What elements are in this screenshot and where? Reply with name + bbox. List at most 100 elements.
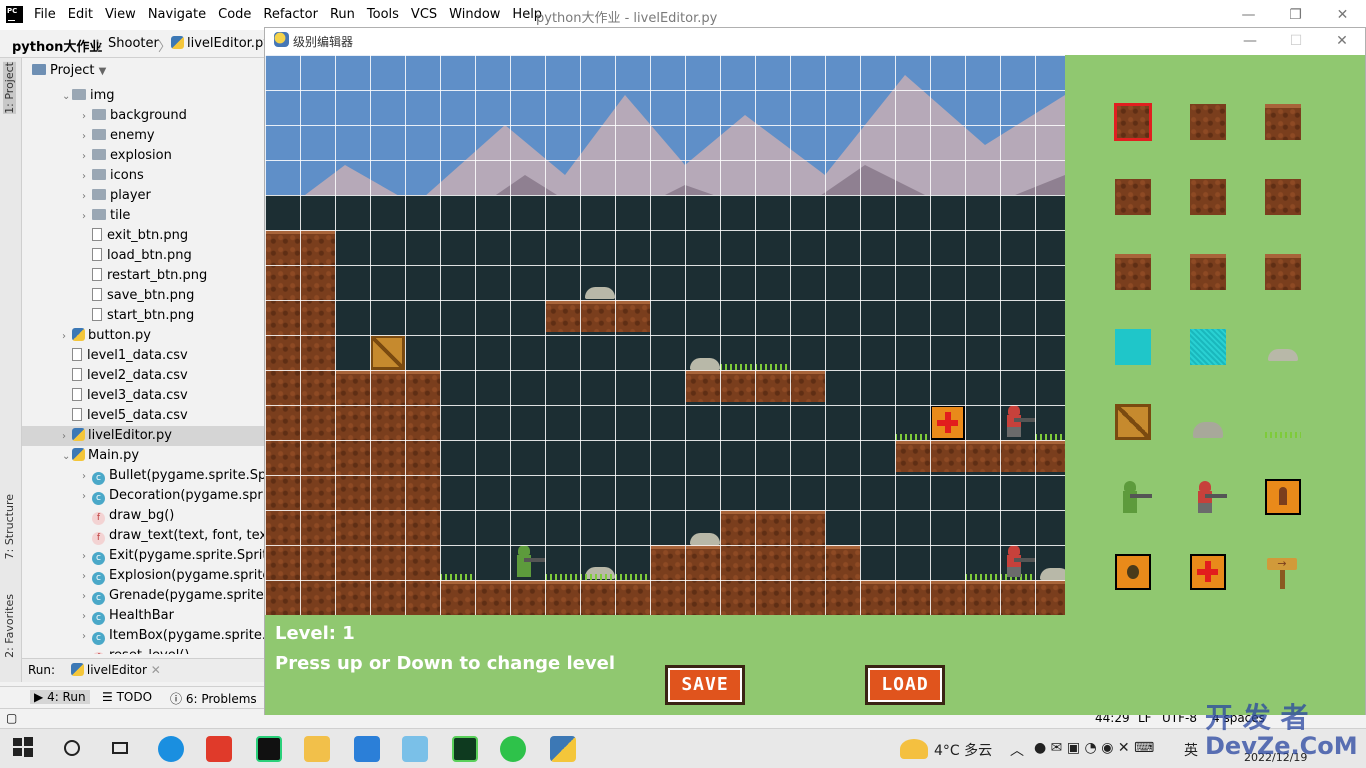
tree-item[interactable]: f reset_level() xyxy=(22,646,264,654)
tree-item[interactable]: level1_data.csv xyxy=(22,346,264,366)
chevron-up-icon[interactable]: ︿ xyxy=(1010,740,1024,760)
breadcrumb-shooter[interactable]: Shooter xyxy=(108,36,159,51)
chevron-right-icon[interactable]: › xyxy=(62,427,72,447)
menu-run[interactable]: Run xyxy=(324,6,361,24)
tree-item[interactable]: f draw_text(text, font, text_ xyxy=(22,526,264,546)
tile-button-0[interactable] xyxy=(1114,103,1152,141)
breadcrumb-file[interactable]: livelEditor.py xyxy=(171,36,271,51)
chevron-right-icon[interactable]: › xyxy=(82,587,92,607)
chevron-right-icon[interactable]: › xyxy=(82,207,92,227)
tile-button-grenade-box[interactable] xyxy=(1115,554,1151,590)
dreamweaver-icon[interactable] xyxy=(452,736,478,762)
tree-item[interactable]: › tile xyxy=(22,206,264,226)
menu-tools[interactable]: Tools xyxy=(361,6,405,24)
tree-item[interactable]: › player xyxy=(22,186,264,206)
menu-navigate[interactable]: Navigate xyxy=(142,6,212,24)
tree-item[interactable]: › explosion xyxy=(22,146,264,166)
chevron-right-icon[interactable]: › xyxy=(82,167,92,187)
file-explorer-icon[interactable] xyxy=(304,736,330,762)
tray-icons[interactable]: ● ✉ ▣ ◔ ◉ ✕ ⌨ xyxy=(1034,740,1154,756)
chevron-right-icon[interactable]: › xyxy=(82,487,92,507)
close-button[interactable]: ✕ xyxy=(1319,0,1366,30)
chevron-right-icon[interactable]: › xyxy=(82,127,92,147)
tree-item[interactable]: restart_btn.png xyxy=(22,266,264,286)
tree-item[interactable]: load_btn.png xyxy=(22,246,264,266)
tree-item[interactable]: › c HealthBar xyxy=(22,606,264,626)
editor-maximize-button[interactable]: ☐ xyxy=(1273,28,1319,55)
load-button[interactable]: LOAD xyxy=(865,665,945,705)
menu-edit[interactable]: Edit xyxy=(62,6,99,24)
tree-item[interactable]: › enemy xyxy=(22,126,264,146)
python-icon[interactable] xyxy=(550,736,576,762)
menu-window[interactable]: Window xyxy=(443,6,506,24)
tree-item[interactable]: › c ItemBox(pygame.sprite.S xyxy=(22,626,264,646)
tile-button-player[interactable] xyxy=(1115,479,1152,515)
tile-button-stone[interactable] xyxy=(1190,404,1226,440)
tile-button-grass[interactable] xyxy=(1265,404,1301,440)
tree-item[interactable]: ⌄ img xyxy=(22,86,264,106)
tile-button-2[interactable] xyxy=(1265,104,1301,140)
vscode-icon[interactable] xyxy=(354,736,380,762)
tree-item[interactable]: › livelEditor.py xyxy=(22,426,264,446)
chevron-right-icon[interactable]: › xyxy=(82,607,92,627)
tree-item[interactable]: level3_data.csv xyxy=(22,386,264,406)
chevron-right-icon[interactable]: › xyxy=(82,107,92,127)
tile-button-6[interactable] xyxy=(1115,254,1151,290)
chevron-right-icon[interactable]: › xyxy=(82,187,92,207)
editor-close-button[interactable]: ✕ xyxy=(1319,28,1365,55)
tile-button-enemy[interactable] xyxy=(1190,479,1227,515)
menu-code[interactable]: Code xyxy=(212,6,257,24)
chevron-down-icon[interactable]: ⌄ xyxy=(62,87,72,107)
wechat-icon[interactable] xyxy=(500,736,526,762)
browser-icon[interactable] xyxy=(158,736,184,762)
level-map[interactable] xyxy=(265,55,1065,615)
tile-button-5[interactable] xyxy=(1265,179,1301,215)
tree-item[interactable]: › c Exit(pygame.sprite.Sprite xyxy=(22,546,264,566)
tree-item[interactable]: › c Decoration(pygame.sprit xyxy=(22,486,264,506)
windows-start-icon[interactable] xyxy=(12,736,38,762)
tab-project[interactable]: 1: Project xyxy=(3,62,16,114)
app-icon[interactable] xyxy=(402,736,428,762)
task-view-icon[interactable] xyxy=(108,736,134,762)
project-panel-header[interactable]: Project ▼ xyxy=(22,58,264,84)
tab-run[interactable]: ▶ 4: Run xyxy=(30,690,90,704)
tree-item[interactable]: › button.py xyxy=(22,326,264,346)
tree-item[interactable]: start_btn.png xyxy=(22,306,264,326)
tile-button-8[interactable] xyxy=(1265,254,1301,290)
tree-item[interactable]: › c Explosion(pygame.sprite xyxy=(22,566,264,586)
weather-cloud-icon[interactable] xyxy=(900,739,928,759)
close-icon[interactable]: ✕ xyxy=(151,663,161,677)
tile-button-1[interactable] xyxy=(1190,104,1226,140)
tile-button-3[interactable] xyxy=(1115,179,1151,215)
chevron-right-icon[interactable]: › xyxy=(82,627,92,647)
chevron-right-icon[interactable]: › xyxy=(82,147,92,167)
tab-problems[interactable]: ⓘ 6: Problems xyxy=(170,690,257,707)
search-icon[interactable] xyxy=(60,736,86,762)
tab-todo[interactable]: ☰ TODO xyxy=(102,690,152,704)
menu-file[interactable]: File xyxy=(28,6,62,24)
minimize-button[interactable]: — xyxy=(1225,0,1272,30)
tree-item[interactable]: exit_btn.png xyxy=(22,226,264,246)
tile-button-7[interactable] xyxy=(1190,254,1226,290)
editor-minimize-button[interactable]: — xyxy=(1227,28,1273,55)
save-button[interactable]: SAVE xyxy=(665,665,745,705)
chevron-right-icon[interactable]: › xyxy=(82,467,92,487)
tree-item[interactable]: level5_data.csv xyxy=(22,406,264,426)
chevron-right-icon[interactable]: › xyxy=(82,567,92,587)
tile-button-exit-sign[interactable] xyxy=(1265,554,1301,590)
run-tab[interactable]: livelEditor ✕ xyxy=(70,663,161,677)
tree-item[interactable]: › c Grenade(pygame.sprite. xyxy=(22,586,264,606)
tree-item[interactable]: f draw_bg() xyxy=(22,506,264,526)
chevron-right-icon[interactable]: › xyxy=(82,547,92,567)
weather-text[interactable]: 4°C 多云 xyxy=(934,740,992,760)
wps-office-icon[interactable] xyxy=(206,736,232,762)
tree-item[interactable]: › icons xyxy=(22,166,264,186)
menu-refactor[interactable]: Refactor xyxy=(257,6,324,24)
tab-structure[interactable]: 7: Structure xyxy=(3,494,16,559)
tile-button-health-box[interactable] xyxy=(1190,554,1226,590)
tile-button-crate[interactable] xyxy=(1115,404,1151,440)
breadcrumb-project[interactable]: python大作业 xyxy=(12,36,102,55)
tree-item[interactable]: ⌄ Main.py xyxy=(22,446,264,466)
tile-button-rock[interactable] xyxy=(1265,329,1301,365)
tile-button-water[interactable] xyxy=(1115,329,1151,365)
